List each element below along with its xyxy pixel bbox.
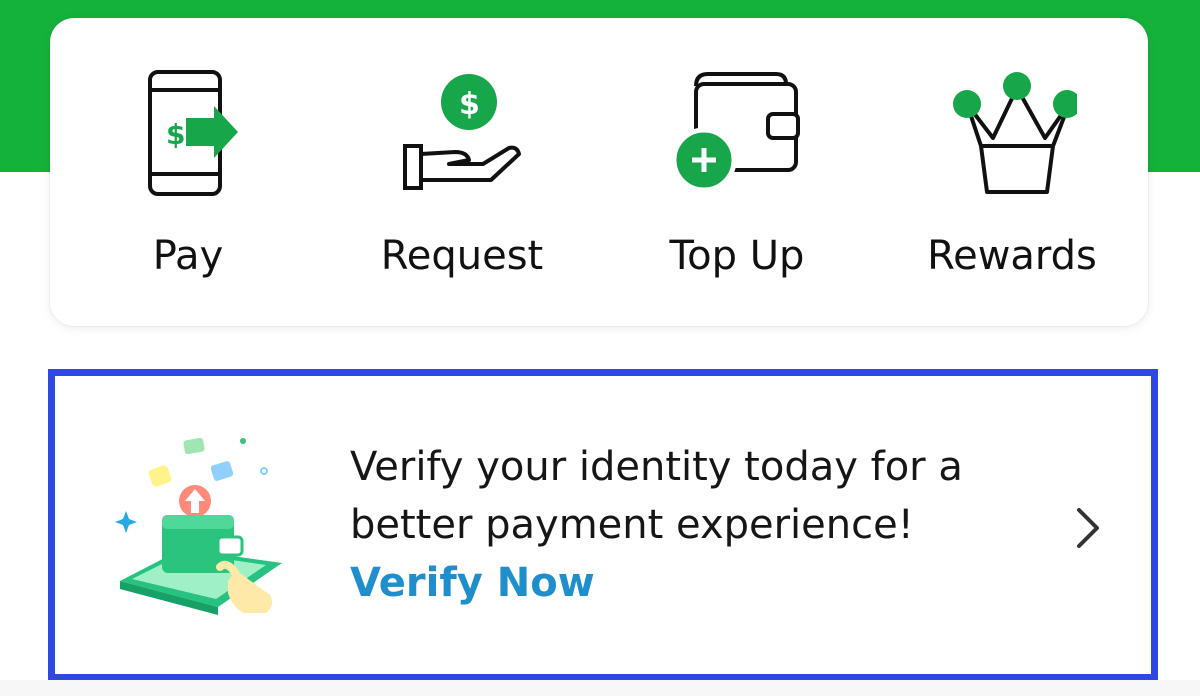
wallet-add-icon xyxy=(671,68,802,202)
svg-text:$: $ xyxy=(166,118,185,151)
bottom-separator xyxy=(0,680,1200,696)
request-label: Request xyxy=(380,233,544,279)
verify-message-line1: Verify your identity today for a xyxy=(350,444,963,490)
hand-receive-money-icon: $ xyxy=(397,68,527,202)
phone-send-money-icon: $ xyxy=(128,68,248,202)
identity-verification-illustration xyxy=(110,431,290,625)
rewards-button[interactable]: Rewards xyxy=(892,18,1132,326)
pay-label: Pay xyxy=(152,233,224,279)
verify-identity-banner[interactable]: Verify your identity today for a better … xyxy=(48,369,1158,681)
chevron-right-icon xyxy=(1073,506,1103,554)
request-button[interactable]: $ Request xyxy=(342,18,582,326)
quick-actions-card: $ Pay $ Request Top Up Rewards xyxy=(50,18,1148,326)
svg-text:$: $ xyxy=(459,87,480,122)
verify-message-line2: better payment experience! xyxy=(350,502,914,548)
top-up-label: Top Up xyxy=(669,233,805,279)
crown-icon xyxy=(947,68,1081,202)
rewards-label: Rewards xyxy=(927,233,1097,279)
top-up-button[interactable]: Top Up xyxy=(617,18,857,326)
verify-text-block: Verify your identity today for a better … xyxy=(350,438,1030,612)
pay-button[interactable]: $ Pay xyxy=(68,18,308,326)
verify-now-link[interactable]: Verify Now xyxy=(350,554,595,612)
